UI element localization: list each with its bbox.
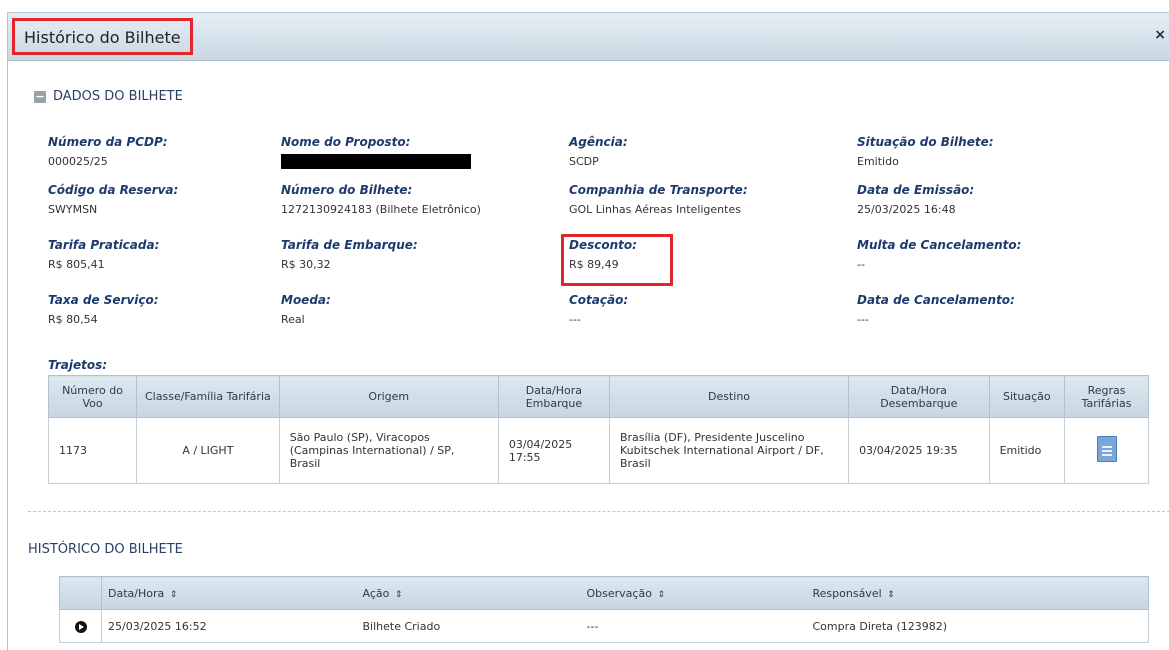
field-tarifa-praticada: Tarifa Praticada: R$ 805,41 xyxy=(48,238,159,272)
field-companhia: Companhia de Transporte: GOL Linhas Aére… xyxy=(569,183,748,217)
cell-datahora: 25/03/2025 16:52 xyxy=(101,609,357,643)
col-expand xyxy=(59,576,102,610)
field-value: R$ 805,41 xyxy=(48,258,105,271)
field-moeda: Moeda: Real xyxy=(281,293,331,327)
col-regras: Regras Tarifárias xyxy=(1064,375,1149,418)
col-datahora[interactable]: Data/Hora ⇕ xyxy=(101,576,357,610)
field-label: Tarifa Praticada: xyxy=(48,238,160,252)
col-desembarque: Data/Hora Desembarque xyxy=(848,375,990,418)
field-data-emissao: Data de Emissão: 25/03/2025 16:48 xyxy=(857,183,974,217)
field-value: Real xyxy=(281,313,305,326)
field-value: --- xyxy=(569,313,581,326)
field-value: SWYMSN xyxy=(48,203,98,216)
col-numero-voo: Número do Voo xyxy=(47,375,138,418)
dialog-title: Histórico do Bilhete xyxy=(12,18,193,55)
field-codigo-reserva: Código da Reserva: SWYMSN xyxy=(48,183,178,217)
collapse-icon[interactable]: − xyxy=(34,90,46,103)
ticket-history-dialog: Histórico do Bilhete × − DADOS DO BILHET… xyxy=(7,12,1169,650)
field-agencia: Agência: SCDP xyxy=(569,135,628,169)
cell-origem: São Paulo (SP), Viracopos (Campinas Inte… xyxy=(278,417,499,484)
col-embarque: Data/Hora Embarque xyxy=(497,375,610,418)
field-numero-pcdp: Número da PCDP: 000025/25 xyxy=(48,135,168,169)
routes-table: Número do Voo Classe/Família Tarifária O… xyxy=(47,375,1149,484)
col-acao[interactable]: Ação ⇕ xyxy=(356,576,581,610)
history-header-row: Data/Hora ⇕ Ação ⇕ Observação ⇕ Responsá… xyxy=(59,576,1149,610)
section-title: DADOS DO BILHETE xyxy=(53,89,183,104)
field-label: Taxa de Serviço: xyxy=(48,293,159,307)
header-label: Observação xyxy=(586,586,652,600)
field-label: Situação do Bilhete: xyxy=(857,135,994,149)
field-label: Número do Bilhete: xyxy=(281,183,413,197)
table-row: 1173 A / LIGHT São Paulo (SP), Viracopos… xyxy=(47,417,1149,484)
field-cotacao: Cotação: --- xyxy=(569,293,628,327)
sort-icon[interactable]: ⇕ xyxy=(395,590,403,600)
header-label: Ação xyxy=(362,586,390,600)
cell-desembarque: 03/04/2025 19:35 xyxy=(848,417,990,484)
cell-situacao: Emitido xyxy=(988,417,1066,484)
field-situacao-bilhete: Situação do Bilhete: Emitido xyxy=(857,135,994,169)
sort-icon[interactable]: ⇕ xyxy=(887,590,895,600)
field-value: GOL Linhas Aéreas Inteligentes xyxy=(569,203,741,216)
cell-destino: Brasília (DF), Presidente Juscelino Kubi… xyxy=(608,417,850,484)
header-label: Data/Hora xyxy=(108,586,165,600)
field-label: Código da Reserva: xyxy=(48,183,179,197)
cell-voo: 1173 xyxy=(47,417,138,484)
cell-responsavel: Compra Direta (123982) xyxy=(806,609,1149,643)
discount-highlight-box xyxy=(561,234,673,286)
field-value: -- xyxy=(857,258,865,271)
col-observacao[interactable]: Observação ⇕ xyxy=(580,576,807,610)
field-multa-cancelamento: Multa de Cancelamento: -- xyxy=(857,238,1021,272)
history-section-title: HISTÓRICO DO BILHETE xyxy=(28,542,183,557)
field-label: Tarifa de Embarque: xyxy=(281,238,418,252)
cell-regras xyxy=(1064,417,1149,484)
field-value: --- xyxy=(857,313,869,326)
cell-expand xyxy=(59,609,102,643)
cell-acao: Bilhete Criado xyxy=(356,609,581,643)
sort-icon[interactable]: ⇕ xyxy=(170,590,178,600)
field-label: Número da PCDP: xyxy=(48,135,168,149)
trajetos-label: Trajetos: xyxy=(48,358,108,372)
cell-classe: A / LIGHT xyxy=(136,417,280,484)
section-divider xyxy=(28,511,1169,512)
col-situacao: Situação xyxy=(988,375,1066,418)
field-label: Cotação: xyxy=(569,293,629,307)
field-numero-bilhete: Número do Bilhete: 1272130924183 (Bilhet… xyxy=(281,183,481,217)
ticket-data-section-header[interactable]: − DADOS DO BILHETE xyxy=(34,89,183,104)
field-tarifa-embarque: Tarifa de Embarque: R$ 30,32 xyxy=(281,238,418,272)
cell-observacao: --- xyxy=(580,609,807,643)
field-value: 1272130924183 (Bilhete Eletrônico) xyxy=(281,203,481,216)
field-value: R$ 30,32 xyxy=(281,258,331,271)
field-label: Data de Cancelamento: xyxy=(857,293,1015,307)
expand-row-icon[interactable] xyxy=(74,620,87,633)
field-value: SCDP xyxy=(569,155,599,168)
field-label: Data de Emissão: xyxy=(857,183,975,197)
col-destino: Destino xyxy=(608,375,850,418)
dialog-titlebar: Histórico do Bilhete × xyxy=(8,13,1169,61)
field-value: 000025/25 xyxy=(48,155,108,168)
field-label: Nome do Proposto: xyxy=(281,135,411,149)
col-responsavel[interactable]: Responsável ⇕ xyxy=(806,576,1149,610)
header-label: Responsável xyxy=(812,586,882,600)
col-origem: Origem xyxy=(278,375,499,418)
table-row: 25/03/2025 16:52 Bilhete Criado --- Comp… xyxy=(59,609,1149,643)
sort-icon[interactable]: ⇕ xyxy=(657,590,665,600)
redacted-name xyxy=(281,154,471,169)
field-data-cancelamento: Data de Cancelamento: --- xyxy=(857,293,1015,327)
close-icon[interactable]: × xyxy=(1154,27,1166,43)
cell-embarque: 03/04/2025 17:55 xyxy=(497,417,610,484)
field-label: Multa de Cancelamento: xyxy=(857,238,1022,252)
routes-header-row: Número do Voo Classe/Família Tarifária O… xyxy=(47,375,1149,418)
document-icon[interactable] xyxy=(1096,436,1117,462)
field-value: Emitido xyxy=(857,155,899,168)
field-label: Agência: xyxy=(569,135,628,149)
col-classe: Classe/Família Tarifária xyxy=(136,375,280,418)
field-label: Companhia de Transporte: xyxy=(569,183,748,197)
history-table: Data/Hora ⇕ Ação ⇕ Observação ⇕ Responsá… xyxy=(59,576,1149,643)
field-nome-proposto: Nome do Proposto: xyxy=(281,135,471,169)
field-taxa-servico: Taxa de Serviço: R$ 80,54 xyxy=(48,293,159,327)
field-value: 25/03/2025 16:48 xyxy=(857,203,956,216)
field-value: R$ 80,54 xyxy=(48,313,98,326)
field-label: Moeda: xyxy=(281,293,331,307)
